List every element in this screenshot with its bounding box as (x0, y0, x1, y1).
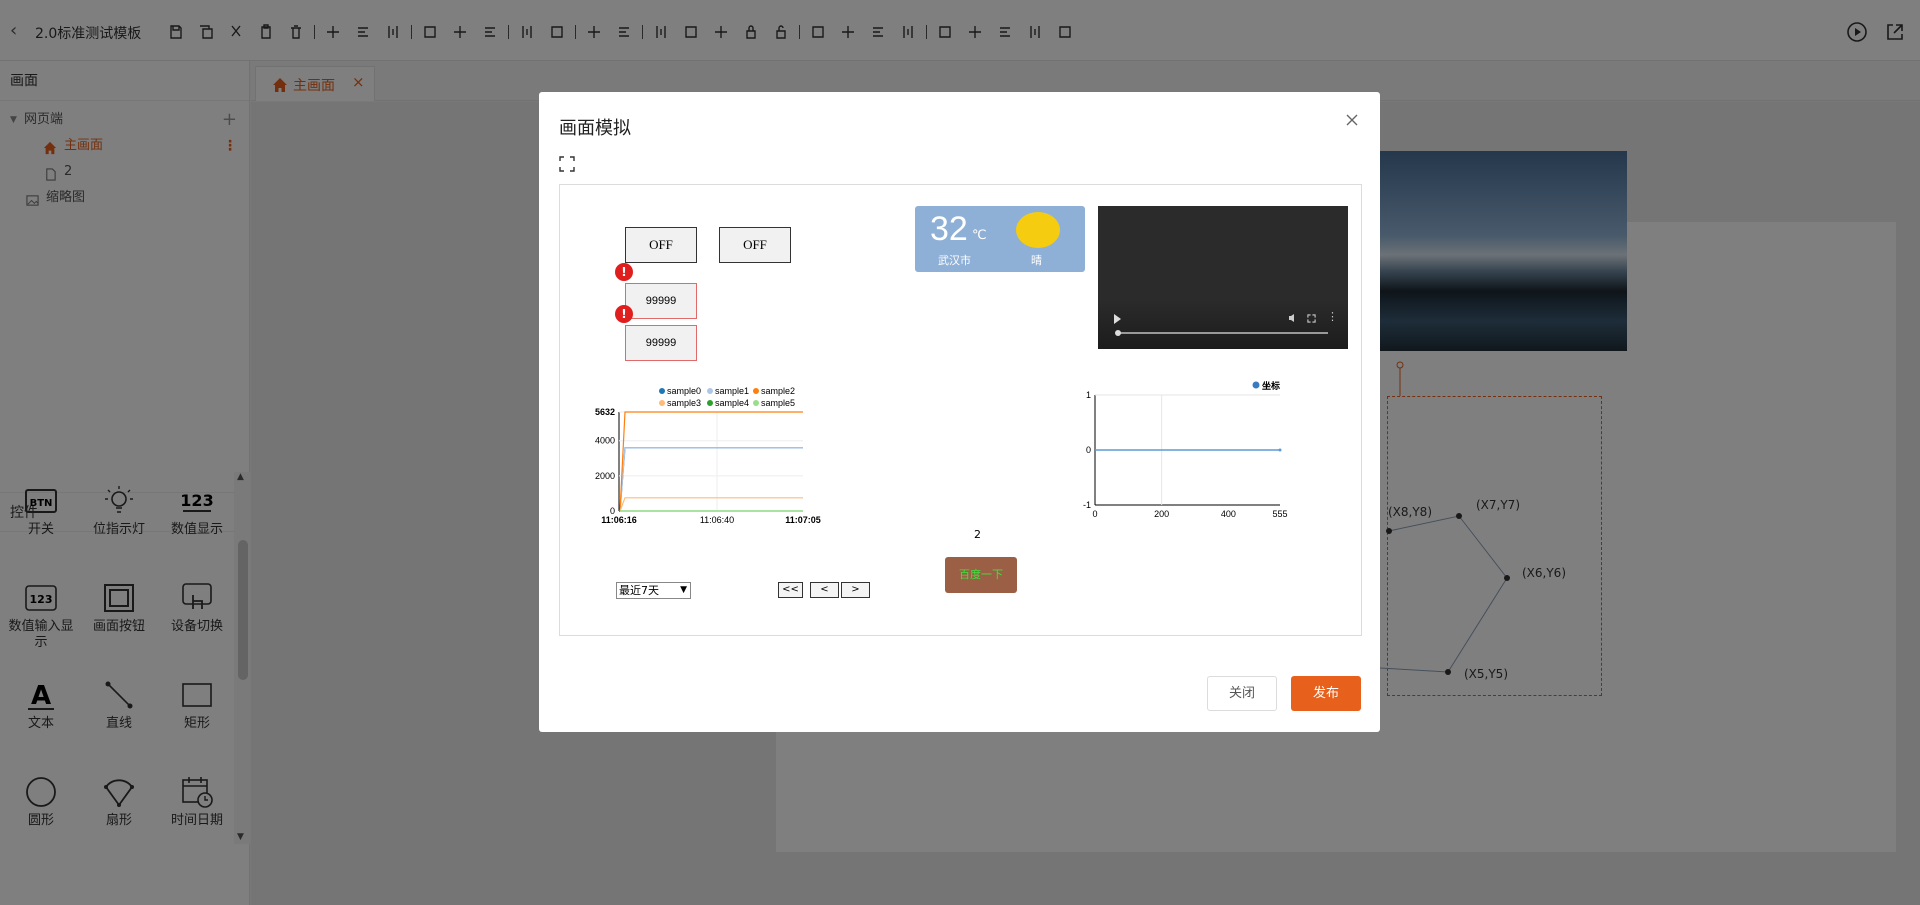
x-tick-label: 0 (1092, 509, 1097, 519)
legend-label[interactable]: sample5 (761, 398, 795, 408)
legend-marker (753, 400, 759, 406)
range-select-value: 最近7天 (619, 584, 659, 597)
video-play-icon[interactable] (1114, 314, 1121, 324)
weather-unit: ℃ (972, 228, 987, 243)
nav-first-button[interactable]: << (778, 582, 803, 598)
weather-city: 武汉市 (938, 254, 971, 267)
nav-prev-button[interactable]: < (810, 582, 839, 598)
simulation-canvas: OFF OFF 99999 99999 ! ! 32 ℃ 武汉市 晴 ⋮ 0 20… (559, 184, 1362, 636)
x-tick-label: 11:06:16 (601, 515, 637, 525)
numeric-input[interactable]: 99999 (625, 325, 697, 361)
nav-next-button[interactable]: > (841, 582, 870, 598)
legend-label[interactable]: sample3 (667, 398, 701, 408)
x-tick-label: 11:07:05 (785, 515, 821, 525)
fullscreen-video-icon[interactable] (1307, 312, 1316, 323)
legend-marker (659, 400, 665, 406)
line-chart-coordinates: -1010 200 400 555坐标 (1083, 381, 1288, 519)
volume-icon[interactable] (1288, 312, 1297, 322)
legend-label[interactable]: sample4 (715, 398, 749, 408)
switch-button[interactable]: OFF (625, 227, 697, 263)
fullscreen-icon[interactable] (559, 156, 575, 172)
x-tick-label: 555 (1272, 509, 1287, 519)
x-tick-label: 400 (1221, 509, 1236, 519)
range-select[interactable]: 最近7天 ▼ (616, 582, 691, 599)
video-player[interactable]: ⋮ (1098, 206, 1348, 349)
series-line-sample1 (619, 447, 803, 512)
x-tick-label: 11:06:40 (700, 515, 734, 525)
legend-label[interactable]: 坐标 (1262, 381, 1280, 392)
video-more-icon[interactable]: ⋮ (1327, 310, 1338, 323)
series-line-sample0 (619, 447, 803, 512)
series-line-sample3 (619, 497, 803, 512)
close-button[interactable]: 关闭 (1207, 676, 1277, 711)
y-tick-label: 4000 (595, 436, 615, 446)
x-tick-label: 200 (1154, 509, 1169, 519)
y-tick-label: 2000 (595, 471, 615, 481)
legend-label[interactable]: sample2 (761, 386, 795, 396)
legend-marker (1252, 381, 1260, 389)
close-icon[interactable] (1344, 112, 1360, 128)
weather-temperature: 32 (930, 210, 968, 248)
dialog-title: 画面模拟 (559, 118, 631, 139)
legend-label[interactable]: sample0 (667, 386, 701, 396)
legend-marker (707, 400, 713, 406)
error-badge-icon: ! (615, 305, 633, 323)
switch-button[interactable]: OFF (719, 227, 791, 263)
legend-marker (707, 388, 713, 394)
video-progress-thumb[interactable] (1115, 330, 1121, 336)
numeric-input[interactable]: 99999 (625, 283, 697, 319)
series-line-sample2 (619, 411, 803, 512)
series-point (1278, 448, 1282, 452)
legend-marker (659, 388, 665, 394)
chevron-down-icon: ▼ (680, 585, 687, 595)
count-text: 2 (974, 528, 981, 541)
error-badge-icon: ! (615, 263, 633, 281)
weather-widget: 32 ℃ 武汉市 晴 (915, 206, 1085, 272)
video-progress-track[interactable] (1118, 332, 1328, 334)
link-button[interactable]: 百度一下 (945, 557, 1017, 593)
weather-condition: 晴 (1031, 254, 1042, 267)
sun-icon (1016, 212, 1060, 248)
y-tick-label: -1 (1083, 500, 1091, 510)
video-controls (1098, 299, 1348, 349)
simulation-dialog: 画面模拟 OFF OFF 99999 99999 ! ! 32 ℃ 武汉市 晴 (539, 92, 1380, 732)
publish-button[interactable]: 发布 (1291, 676, 1361, 711)
line-chart-samples: 020004000563211:06:16 11:06:40 11:07:05sam… (595, 386, 821, 525)
y-tick-label: 1 (1086, 390, 1091, 400)
y-tick-label: 0 (1086, 445, 1091, 455)
legend-label[interactable]: sample1 (715, 386, 749, 396)
y-tick-label: 5632 (595, 407, 615, 417)
legend-marker (753, 388, 759, 394)
